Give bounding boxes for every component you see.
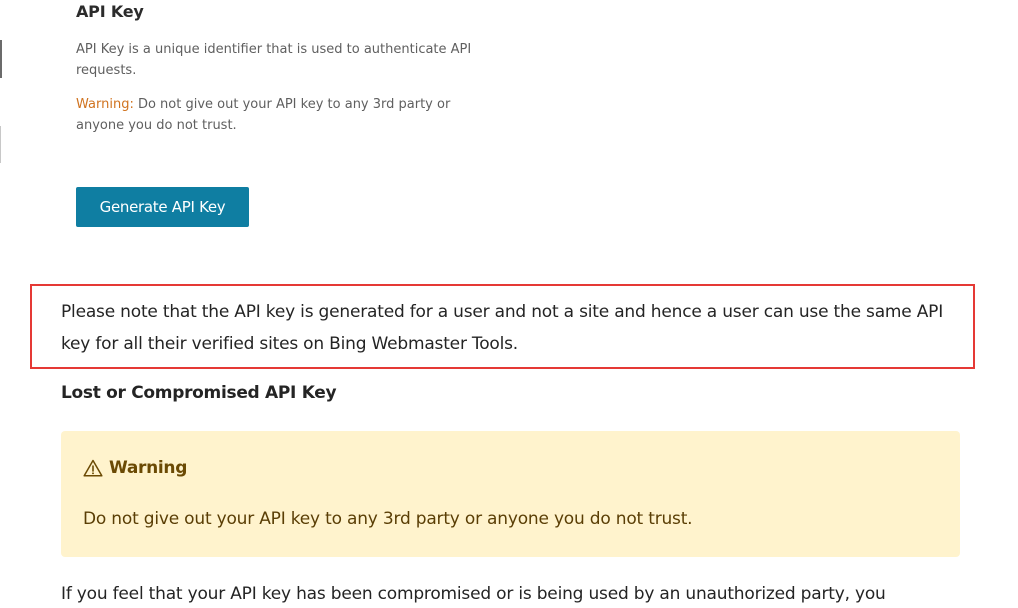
warning-label: Warning: — [76, 97, 134, 112]
warning-triangle-icon — [83, 459, 103, 477]
page: API Key API Key is a unique identifier t… — [0, 0, 1018, 608]
left-edge-divider — [0, 126, 1, 163]
api-key-title: API Key — [76, 2, 144, 21]
warning-title: Warning — [109, 458, 188, 478]
api-key-description: API Key is a unique identifier that is u… — [76, 42, 472, 78]
lost-compromised-heading: Lost or Compromised API Key — [61, 383, 337, 403]
compromised-key-paragraph: If you feel that your API key has been c… — [61, 584, 886, 604]
note-text: Please note that the API key is generate… — [61, 302, 944, 354]
api-key-warning: Warning: Do not give out your API key to… — [76, 94, 476, 136]
warning-header: Warning — [83, 458, 187, 478]
left-edge-indicator — [0, 40, 2, 78]
warning-panel: Warning Do not give out your API key to … — [61, 431, 960, 557]
generate-api-key-button[interactable]: Generate API Key — [76, 187, 249, 227]
warning-body: Do not give out your API key to any 3rd … — [83, 509, 693, 529]
